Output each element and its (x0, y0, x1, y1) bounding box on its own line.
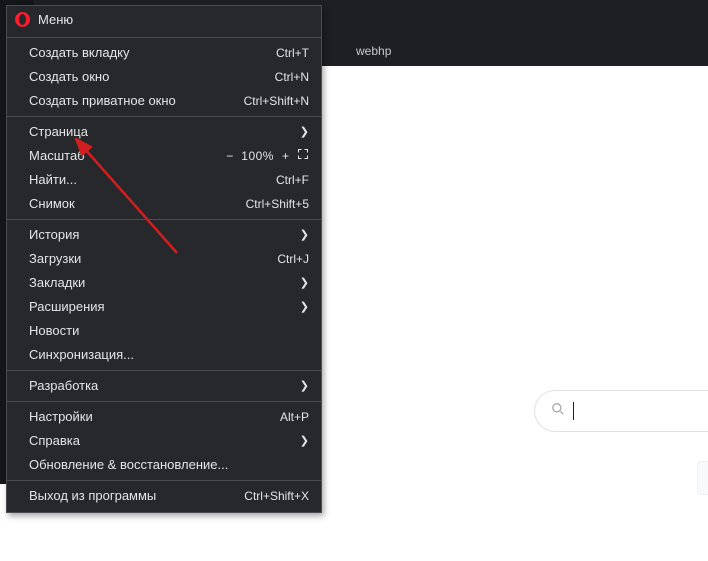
address-fragment: webhp (356, 44, 391, 58)
menu-item-page[interactable]: Страница ❯ (7, 120, 321, 144)
chevron-right-icon: ❯ (300, 433, 309, 449)
menu-item-label: Закладки (29, 275, 85, 291)
chevron-right-icon: ❯ (300, 275, 309, 291)
menu-item-find[interactable]: Найти... Ctrl+F (7, 168, 321, 192)
zoom-value: 100% (241, 148, 274, 164)
chevron-right-icon: ❯ (300, 227, 309, 243)
menu-item-bookmarks[interactable]: Закладки ❯ (7, 271, 321, 295)
search-icon (551, 402, 565, 420)
menu-item-label: Выход из программы (29, 488, 156, 504)
menu-item-label: Расширения (29, 299, 105, 315)
fullscreen-icon[interactable] (297, 148, 309, 165)
menu-title: Меню (38, 12, 73, 27)
menu-item-label: Снимок (29, 196, 75, 212)
menu-item-label: Найти... (29, 172, 77, 188)
menu-item-label: Разработка (29, 378, 98, 394)
menu-item-label: Синхронизация... (29, 347, 134, 363)
menu-separator (7, 37, 321, 38)
menu-item-update[interactable]: Обновление & восстановление... (7, 453, 321, 477)
chevron-right-icon: ❯ (300, 299, 309, 315)
chevron-right-icon: ❯ (300, 124, 309, 140)
menu-item-label: Справка (29, 433, 80, 449)
zoom-out-button[interactable]: − (226, 148, 233, 164)
menu-item-new-tab[interactable]: Создать вкладку Ctrl+T (7, 41, 321, 65)
menu-item-label: Создать приватное окно (29, 93, 176, 109)
menu-item-shortcut: Alt+P (280, 409, 309, 425)
menu-item-downloads[interactable]: Загрузки Ctrl+J (7, 247, 321, 271)
menu-separator (7, 401, 321, 402)
zoom-controls: −100% + (226, 148, 309, 165)
menu-item-extensions[interactable]: Расширения ❯ (7, 295, 321, 319)
menu-item-shortcut: Ctrl+Shift+X (244, 488, 309, 504)
menu-item-history[interactable]: История ❯ (7, 223, 321, 247)
search-suggestion-button-fragment[interactable] (697, 461, 708, 495)
text-caret (573, 402, 574, 420)
menu-item-help[interactable]: Справка ❯ (7, 429, 321, 453)
menu-item-label: Новости (29, 323, 79, 339)
menu-separator (7, 480, 321, 481)
menu-item-snap[interactable]: Снимок Ctrl+Shift+5 (7, 192, 321, 216)
chevron-right-icon: ❯ (300, 378, 309, 394)
menu-separator (7, 219, 321, 220)
menu-item-settings[interactable]: Настройки Alt+P (7, 405, 321, 429)
menu-header: Меню (7, 6, 321, 34)
menu-item-shortcut: Ctrl+N (275, 69, 309, 85)
menu-separator (7, 370, 321, 371)
opera-logo-icon (15, 12, 30, 27)
menu-item-shortcut: Ctrl+Shift+5 (246, 196, 309, 212)
menu-item-sync[interactable]: Синхронизация... (7, 343, 321, 367)
menu-item-exit[interactable]: Выход из программы Ctrl+Shift+X (7, 484, 321, 508)
menu-separator (7, 116, 321, 117)
menu-item-shortcut: Ctrl+Shift+N (244, 93, 309, 109)
menu-item-dev[interactable]: Разработка ❯ (7, 374, 321, 398)
zoom-in-button[interactable]: + (282, 148, 289, 164)
menu-item-zoom[interactable]: Масштаб −100% + (7, 144, 321, 168)
menu-item-news[interactable]: Новости (7, 319, 321, 343)
menu-item-label: Загрузки (29, 251, 81, 267)
menu-item-label: Страница (29, 124, 88, 140)
search-box[interactable] (534, 390, 708, 432)
menu-item-new-window[interactable]: Создать окно Ctrl+N (7, 65, 321, 89)
menu-item-label: Обновление & восстановление... (29, 457, 228, 473)
menu-item-shortcut: Ctrl+T (276, 45, 309, 61)
menu-item-label: Создать вкладку (29, 45, 130, 61)
menu-item-label: Создать окно (29, 69, 109, 85)
menu-item-label: Настройки (29, 409, 93, 425)
menu-item-label: Масштаб (29, 148, 85, 164)
menu-item-shortcut: Ctrl+J (277, 251, 309, 267)
menu-item-label: История (29, 227, 79, 243)
menu-item-shortcut: Ctrl+F (276, 172, 309, 188)
menu-item-new-private[interactable]: Создать приватное окно Ctrl+Shift+N (7, 89, 321, 113)
main-menu-popup: Меню Создать вкладку Ctrl+T Создать окно Ct… (6, 5, 322, 513)
